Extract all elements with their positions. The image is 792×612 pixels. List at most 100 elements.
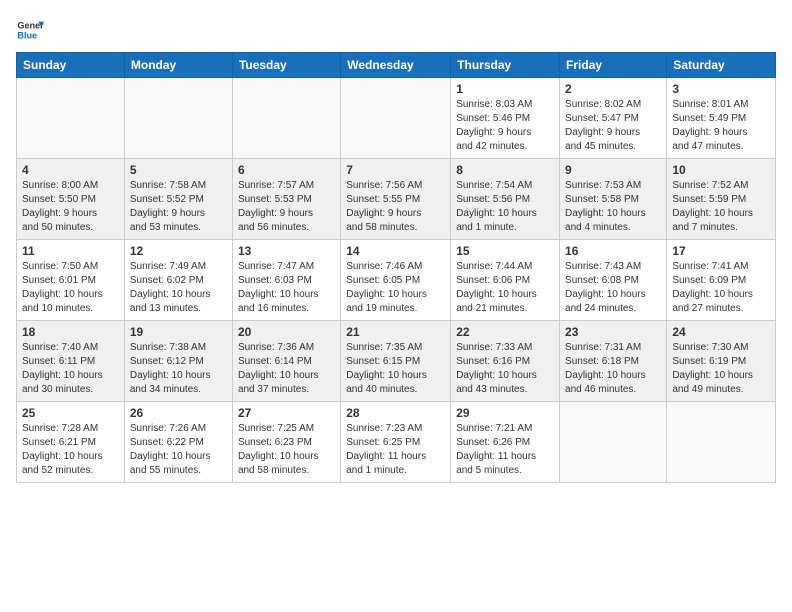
weekday-header-tuesday: Tuesday bbox=[232, 53, 340, 78]
day-number: 13 bbox=[238, 244, 335, 258]
day-info: Sunrise: 7:50 AMSunset: 6:01 PMDaylight:… bbox=[22, 260, 119, 316]
calendar-day-cell: 13 Sunrise: 7:47 AMSunset: 6:03 PMDayligh… bbox=[232, 240, 340, 321]
calendar-body: 1 Sunrise: 8:03 AMSunset: 5:46 PMDaylight… bbox=[17, 78, 776, 483]
weekday-header-sunday: Sunday bbox=[17, 53, 125, 78]
calendar-day-cell: 29 Sunrise: 7:21 AMSunset: 6:26 PMDayligh… bbox=[451, 402, 560, 483]
day-info: Sunrise: 8:03 AMSunset: 5:46 PMDaylight:… bbox=[456, 98, 554, 154]
day-info: Sunrise: 7:31 AMSunset: 6:18 PMDaylight:… bbox=[565, 341, 661, 397]
weekday-header-monday: Monday bbox=[124, 53, 232, 78]
calendar-day-cell: 17 Sunrise: 7:41 AMSunset: 6:09 PMDayligh… bbox=[667, 240, 776, 321]
calendar-day-cell bbox=[667, 402, 776, 483]
day-number: 16 bbox=[565, 244, 661, 258]
day-number: 22 bbox=[456, 325, 554, 339]
day-number: 1 bbox=[456, 82, 554, 96]
calendar-day-cell: 4 Sunrise: 8:00 AMSunset: 5:50 PMDaylight… bbox=[17, 159, 125, 240]
day-number: 28 bbox=[346, 406, 445, 420]
calendar-day-cell: 3 Sunrise: 8:01 AMSunset: 5:49 PMDaylight… bbox=[667, 78, 776, 159]
weekday-header-wednesday: Wednesday bbox=[341, 53, 451, 78]
calendar-day-cell: 1 Sunrise: 8:03 AMSunset: 5:46 PMDaylight… bbox=[451, 78, 560, 159]
calendar-day-cell bbox=[17, 78, 125, 159]
calendar-day-cell bbox=[232, 78, 340, 159]
day-info: Sunrise: 8:02 AMSunset: 5:47 PMDaylight:… bbox=[565, 98, 661, 154]
calendar-day-cell: 7Sunrise: 7:56 AMSunset: 5:55 PMDaylight… bbox=[341, 159, 451, 240]
day-info: Sunrise: 7:36 AMSunset: 6:14 PMDaylight:… bbox=[238, 341, 335, 397]
calendar-day-cell: 28 Sunrise: 7:23 AMSunset: 6:25 PMDayligh… bbox=[341, 402, 451, 483]
day-info: Sunrise: 7:52 AMSunset: 5:59 PMDaylight:… bbox=[672, 179, 770, 235]
day-info: Sunrise: 7:28 AMSunset: 6:21 PMDaylight:… bbox=[22, 422, 119, 478]
calendar-day-cell bbox=[341, 78, 451, 159]
logo: General Blue bbox=[16, 16, 44, 44]
day-number: 5 bbox=[130, 163, 227, 177]
calendar-day-cell: 19 Sunrise: 7:38 AMSunset: 6:12 PMDayligh… bbox=[124, 321, 232, 402]
day-info: Sunrise: 7:58 AMSunset: 5:52 PMDaylight:… bbox=[130, 179, 227, 235]
calendar-day-cell: 21 Sunrise: 7:35 AMSunset: 6:15 PMDayligh… bbox=[341, 321, 451, 402]
day-number: 14 bbox=[346, 244, 445, 258]
calendar-week-row: 18 Sunrise: 7:40 AMSunset: 6:11 PMDayligh… bbox=[17, 321, 776, 402]
day-info: Sunrise: 7:43 AMSunset: 6:08 PMDaylight:… bbox=[565, 260, 661, 316]
day-number: 27 bbox=[238, 406, 335, 420]
calendar-day-cell: 22 Sunrise: 7:33 AMSunset: 6:16 PMDayligh… bbox=[451, 321, 560, 402]
calendar-day-cell bbox=[124, 78, 232, 159]
calendar-week-row: 1 Sunrise: 8:03 AMSunset: 5:46 PMDaylight… bbox=[17, 78, 776, 159]
day-info: Sunrise: 7:26 AMSunset: 6:22 PMDaylight:… bbox=[130, 422, 227, 478]
calendar-table: SundayMondayTuesdayWednesdayThursdayFrid… bbox=[16, 52, 776, 483]
day-info: Sunrise: 7:44 AMSunset: 6:06 PMDaylight:… bbox=[456, 260, 554, 316]
calendar-day-cell: 18 Sunrise: 7:40 AMSunset: 6:11 PMDayligh… bbox=[17, 321, 125, 402]
day-number: 19 bbox=[130, 325, 227, 339]
day-number: 10 bbox=[672, 163, 770, 177]
day-info: Sunrise: 7:41 AMSunset: 6:09 PMDaylight:… bbox=[672, 260, 770, 316]
day-number: 24 bbox=[672, 325, 770, 339]
day-info: Sunrise: 7:54 AMSunset: 5:56 PMDaylight:… bbox=[456, 179, 554, 235]
day-number: 15 bbox=[456, 244, 554, 258]
day-info: Sunrise: 7:21 AMSunset: 6:26 PMDaylight:… bbox=[456, 422, 554, 478]
calendar-day-cell: 26 Sunrise: 7:26 AMSunset: 6:22 PMDayligh… bbox=[124, 402, 232, 483]
day-info: Sunrise: 7:47 AMSunset: 6:03 PMDaylight:… bbox=[238, 260, 335, 316]
day-number: 4 bbox=[22, 163, 119, 177]
day-info: Sunrise: 7:57 AMSunset: 5:53 PMDaylight:… bbox=[238, 179, 335, 235]
day-number: 20 bbox=[238, 325, 335, 339]
calendar-day-cell: 15 Sunrise: 7:44 AMSunset: 6:06 PMDayligh… bbox=[451, 240, 560, 321]
day-info: Sunrise: 7:35 AMSunset: 6:15 PMDaylight:… bbox=[346, 341, 445, 397]
day-info: Sunrise: 8:01 AMSunset: 5:49 PMDaylight:… bbox=[672, 98, 770, 154]
calendar-header-row: SundayMondayTuesdayWednesdayThursdayFrid… bbox=[17, 53, 776, 78]
day-number: 21 bbox=[346, 325, 445, 339]
day-number: 2 bbox=[565, 82, 661, 96]
calendar-day-cell: 24 Sunrise: 7:30 AMSunset: 6:19 PMDayligh… bbox=[667, 321, 776, 402]
day-number: 25 bbox=[22, 406, 119, 420]
calendar-day-cell: 9 Sunrise: 7:53 AMSunset: 5:58 PMDaylight… bbox=[560, 159, 667, 240]
day-number: 23 bbox=[565, 325, 661, 339]
day-info: Sunrise: 7:23 AMSunset: 6:25 PMDaylight:… bbox=[346, 422, 445, 478]
day-number: 3 bbox=[672, 82, 770, 96]
day-number: 9 bbox=[565, 163, 661, 177]
calendar-day-cell: 20 Sunrise: 7:36 AMSunset: 6:14 PMDayligh… bbox=[232, 321, 340, 402]
calendar-day-cell bbox=[560, 402, 667, 483]
weekday-header-friday: Friday bbox=[560, 53, 667, 78]
calendar-day-cell: 14Sunrise: 7:46 AMSunset: 6:05 PMDayligh… bbox=[341, 240, 451, 321]
day-info: Sunrise: 7:30 AMSunset: 6:19 PMDaylight:… bbox=[672, 341, 770, 397]
day-info: Sunrise: 8:00 AMSunset: 5:50 PMDaylight:… bbox=[22, 179, 119, 235]
logo-icon: General Blue bbox=[16, 16, 44, 44]
day-number: 26 bbox=[130, 406, 227, 420]
calendar-day-cell: 27 Sunrise: 7:25 AMSunset: 6:23 PMDayligh… bbox=[232, 402, 340, 483]
calendar-day-cell: 5 Sunrise: 7:58 AMSunset: 5:52 PMDaylight… bbox=[124, 159, 232, 240]
calendar-day-cell: 6 Sunrise: 7:57 AMSunset: 5:53 PMDaylight… bbox=[232, 159, 340, 240]
svg-text:Blue: Blue bbox=[17, 30, 37, 40]
calendar-day-cell: 10 Sunrise: 7:52 AMSunset: 5:59 PMDayligh… bbox=[667, 159, 776, 240]
day-info: Sunrise: 7:25 AMSunset: 6:23 PMDaylight:… bbox=[238, 422, 335, 478]
day-info: Sunrise: 7:53 AMSunset: 5:58 PMDaylight:… bbox=[565, 179, 661, 235]
day-number: 8 bbox=[456, 163, 554, 177]
day-number: 29 bbox=[456, 406, 554, 420]
day-number: 17 bbox=[672, 244, 770, 258]
day-info: Sunrise: 7:33 AMSunset: 6:16 PMDaylight:… bbox=[456, 341, 554, 397]
calendar-day-cell: 2 Sunrise: 8:02 AMSunset: 5:47 PMDaylight… bbox=[560, 78, 667, 159]
calendar-day-cell: 11Sunrise: 7:50 AMSunset: 6:01 PMDayligh… bbox=[17, 240, 125, 321]
calendar-week-row: 11Sunrise: 7:50 AMSunset: 6:01 PMDayligh… bbox=[17, 240, 776, 321]
day-info: Sunrise: 7:40 AMSunset: 6:11 PMDaylight:… bbox=[22, 341, 119, 397]
calendar-day-cell: 8 Sunrise: 7:54 AMSunset: 5:56 PMDaylight… bbox=[451, 159, 560, 240]
day-number: 18 bbox=[22, 325, 119, 339]
weekday-header-saturday: Saturday bbox=[667, 53, 776, 78]
calendar-week-row: 4 Sunrise: 8:00 AMSunset: 5:50 PMDaylight… bbox=[17, 159, 776, 240]
day-number: 6 bbox=[238, 163, 335, 177]
day-info: Sunrise: 7:38 AMSunset: 6:12 PMDaylight:… bbox=[130, 341, 227, 397]
day-info: Sunrise: 7:56 AMSunset: 5:55 PMDaylight:… bbox=[346, 179, 445, 235]
